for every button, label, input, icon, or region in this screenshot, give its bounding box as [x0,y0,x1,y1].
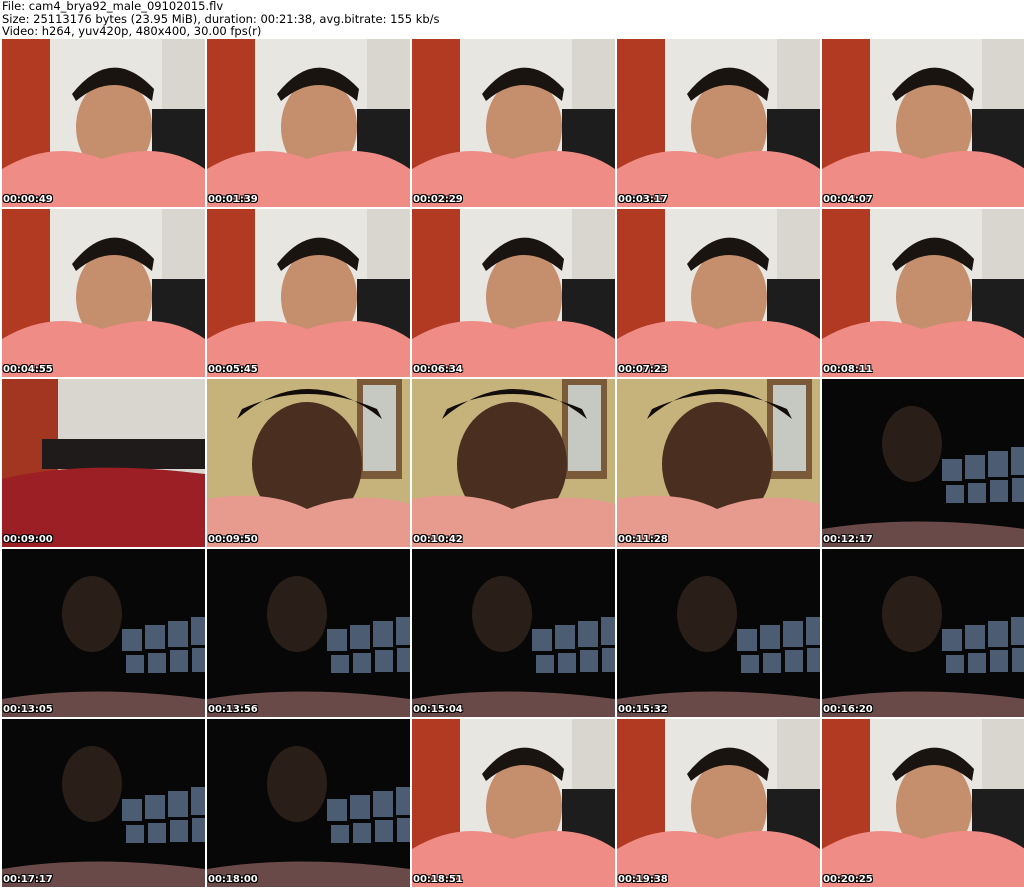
timestamp-label: 00:12:17 [823,534,873,545]
thumbnail-grid: 00:00:49 00:01:39 00:02:29 00:03:17 00:0… [2,39,1024,887]
file-info-header: File: cam4_brya92_male_09102015.flv Size:… [2,0,440,38]
timestamp-label: 00:18:51 [413,874,463,885]
thumbnail-frame: 00:05:45 [207,209,410,377]
video-frame [2,209,205,377]
timestamp-label: 00:19:38 [618,874,668,885]
video-frame [822,39,1024,207]
thumbnail-frame: 00:11:28 [617,379,820,547]
thumbnail-frame: 00:09:50 [207,379,410,547]
thumbnail-frame: 00:00:49 [2,39,205,207]
video-info-line: Video: h264, yuv420p, 480x400, 30.00 fps… [2,24,262,38]
thumbnail-frame: 00:10:42 [412,379,615,547]
timestamp-label: 00:15:04 [413,704,463,715]
timestamp-label: 00:05:45 [208,364,258,375]
video-frame [207,719,410,887]
video-frame [2,39,205,207]
video-frame [822,719,1024,887]
thumbnail-frame: 00:18:00 [207,719,410,887]
video-frame [617,39,820,207]
thumbnail-frame: 00:07:23 [617,209,820,377]
thumbnail-frame: 00:03:17 [617,39,820,207]
thumbnail-frame: 00:01:39 [207,39,410,207]
timestamp-label: 00:04:07 [823,194,873,205]
timestamp-label: 00:15:32 [618,704,668,715]
thumbnail-frame: 00:04:55 [2,209,205,377]
timestamp-label: 00:13:56 [208,704,258,715]
thumbnail-frame: 00:09:00 [2,379,205,547]
video-frame [412,549,615,717]
video-frame [207,379,410,547]
timestamp-label: 00:01:39 [208,194,258,205]
timestamp-label: 00:08:11 [823,364,873,375]
timestamp-label: 00:07:23 [618,364,668,375]
thumbnail-frame: 00:13:05 [2,549,205,717]
video-frame [207,209,410,377]
thumbnail-frame: 00:19:38 [617,719,820,887]
video-frame [207,39,410,207]
timestamp-label: 00:20:25 [823,874,873,885]
video-frame [617,719,820,887]
video-frame [2,719,205,887]
timestamp-label: 00:03:17 [618,194,668,205]
timestamp-label: 00:09:50 [208,534,258,545]
video-frame [617,549,820,717]
thumbnail-frame: 00:13:56 [207,549,410,717]
timestamp-label: 00:10:42 [413,534,463,545]
thumbnail-frame: 00:02:29 [412,39,615,207]
video-frame [822,379,1024,547]
timestamp-label: 00:17:17 [3,874,53,885]
timestamp-label: 00:09:00 [3,534,53,545]
timestamp-label: 00:06:34 [413,364,463,375]
file-name-line: File: cam4_brya92_male_09102015.flv [2,0,224,13]
video-frame [412,719,615,887]
video-frame [2,379,205,547]
timestamp-label: 00:02:29 [413,194,463,205]
video-frame [412,39,615,207]
video-frame [2,549,205,717]
thumbnail-frame: 00:06:34 [412,209,615,377]
video-frame [207,549,410,717]
thumbnail-frame: 00:18:51 [412,719,615,887]
video-frame [617,209,820,377]
thumbnail-frame: 00:15:04 [412,549,615,717]
thumbnail-frame: 00:20:25 [822,719,1024,887]
video-frame [412,209,615,377]
timestamp-label: 00:18:00 [208,874,258,885]
timestamp-label: 00:00:49 [3,194,53,205]
timestamp-label: 00:13:05 [3,704,53,715]
thumbnail-frame: 00:17:17 [2,719,205,887]
thumbnail-frame: 00:12:17 [822,379,1024,547]
thumbnail-frame: 00:04:07 [822,39,1024,207]
video-frame [822,209,1024,377]
thumbnail-frame: 00:08:11 [822,209,1024,377]
video-frame [822,549,1024,717]
timestamp-label: 00:04:55 [3,364,53,375]
thumbnail-frame: 00:15:32 [617,549,820,717]
video-frame [617,379,820,547]
thumbnail-frame: 00:16:20 [822,549,1024,717]
video-frame [412,379,615,547]
timestamp-label: 00:16:20 [823,704,873,715]
timestamp-label: 00:11:28 [618,534,668,545]
